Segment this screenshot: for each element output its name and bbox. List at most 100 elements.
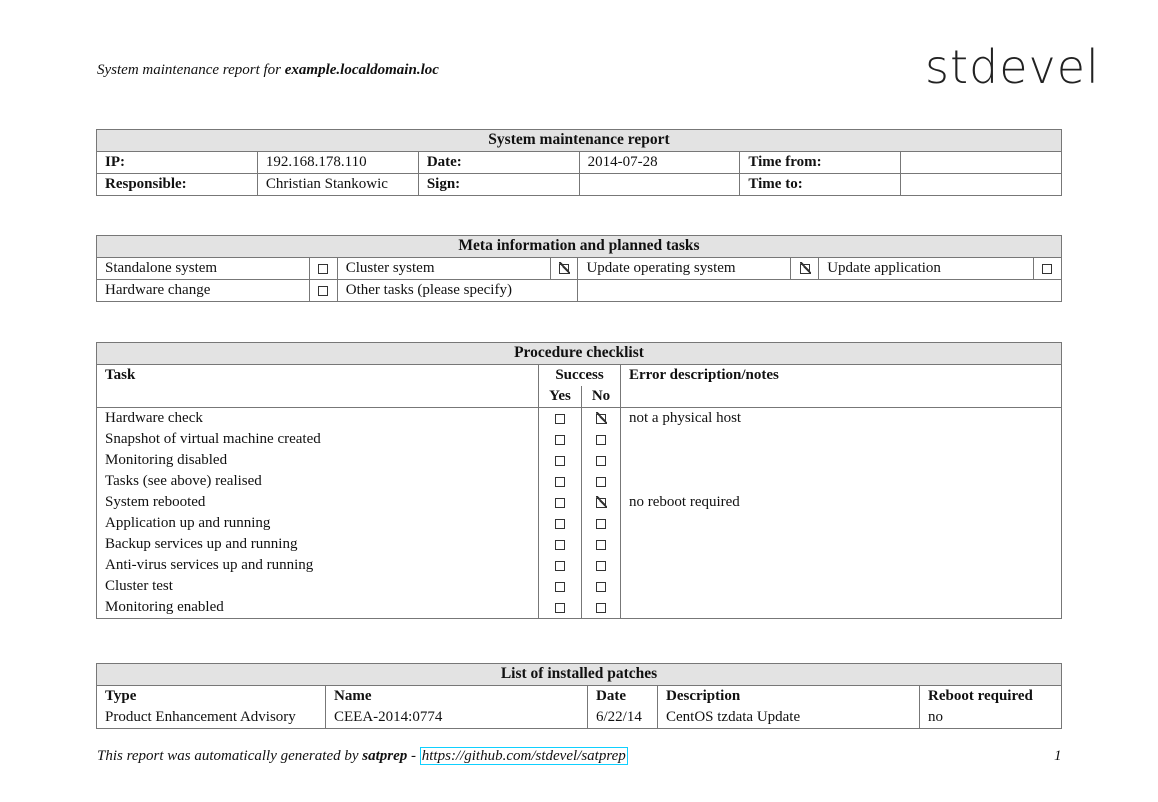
checklist-yes-checkbox[interactable]: [538, 407, 582, 429]
checkbox-icon: [1042, 263, 1053, 274]
other-tasks-field[interactable]: [577, 279, 1062, 302]
col-description: Description: [657, 685, 920, 707]
other-tasks-label: Other tasks (please specify): [336, 279, 579, 302]
checklist-yes-checkbox[interactable]: [538, 597, 582, 619]
checklist-no-checkbox[interactable]: [581, 555, 621, 576]
checkbox-checked-icon: [596, 495, 607, 508]
checklist-yes-checkbox[interactable]: [538, 513, 582, 534]
footer-tool: satprep: [362, 748, 408, 764]
checkbox-icon: [318, 263, 329, 274]
update-app-label: Update application: [818, 257, 1034, 280]
checklist-row: Snapshot of virtual machine created: [96, 429, 1062, 450]
checklist-yes-checkbox[interactable]: [538, 534, 582, 555]
time-to-field[interactable]: [900, 173, 1062, 196]
checklist-task: Anti-virus services up and running: [96, 555, 539, 576]
checklist-note: [620, 555, 1062, 576]
cluster-label: Cluster system: [336, 257, 551, 280]
checklist-note: [620, 576, 1062, 597]
col-name: Name: [325, 685, 588, 707]
checklist-no-checkbox[interactable]: [581, 513, 621, 534]
header-host: example.localdomain.loc: [284, 62, 439, 78]
checkbox-icon: [555, 476, 565, 487]
col-task: Task: [96, 364, 539, 408]
checklist-task: Cluster test: [96, 576, 539, 597]
checkbox-icon: [555, 518, 565, 529]
update-os-label: Update operating system: [577, 257, 792, 280]
checklist-note: [620, 450, 1062, 471]
checkbox-checked-icon: [799, 261, 811, 274]
report-info-table: System maintenance report IP: 192.168.17…: [96, 129, 1062, 196]
checklist-yes-checkbox[interactable]: [538, 450, 582, 471]
checklist-note: no reboot required: [620, 492, 1062, 513]
checklist-row: Cluster test: [96, 576, 1062, 597]
checklist-yes-checkbox[interactable]: [538, 429, 582, 450]
checkbox-icon: [555, 602, 565, 613]
col-reboot: Reboot required: [919, 685, 1062, 707]
checklist-row: Monitoring enabled: [96, 597, 1062, 619]
checklist-no-checkbox[interactable]: [581, 597, 621, 619]
time-from-label: Time from:: [739, 151, 902, 174]
checklist-no-checkbox[interactable]: [581, 429, 621, 450]
checklist-row: Anti-virus services up and running: [96, 555, 1062, 576]
footer-text: This report was automatically generated …: [97, 748, 363, 764]
stdevel-logo: stdevel: [925, 40, 1100, 94]
meta-table: Meta information and planned tasks Stand…: [96, 235, 1063, 302]
col-no: No: [581, 386, 621, 408]
checklist-yes-checkbox[interactable]: [538, 492, 582, 513]
checkbox-icon: [555, 413, 565, 424]
col-success: Success: [538, 364, 621, 386]
checklist-note: [620, 471, 1062, 492]
hardware-checkbox[interactable]: [308, 279, 338, 302]
checkbox-icon: [596, 476, 606, 487]
checklist-note: not a physical host: [620, 407, 1062, 429]
checklist-task: Snapshot of virtual machine created: [96, 429, 539, 450]
standalone-checkbox[interactable]: [308, 257, 338, 280]
checkbox-icon: [555, 539, 565, 550]
checkbox-icon: [596, 602, 606, 613]
checklist-yes-checkbox[interactable]: [538, 576, 582, 597]
checklist-note: [620, 513, 1062, 534]
satprep-link[interactable]: https://github.com/stdevel/satprep: [419, 747, 628, 765]
time-from-field[interactable]: [900, 151, 1062, 174]
ip-label: IP:: [96, 151, 258, 174]
col-type: Type: [96, 685, 326, 707]
patch-reboot: no: [919, 707, 1062, 729]
meta-title: Meta information and planned tasks: [96, 235, 1062, 258]
checklist-row: Monitoring disabled: [96, 450, 1062, 471]
checklist-no-checkbox[interactable]: [581, 534, 621, 555]
checklist-row: Application up and running: [96, 513, 1062, 534]
checklist-row: System rebooted no reboot required: [96, 492, 1062, 513]
checkbox-icon: [596, 539, 606, 550]
footer-separator: -: [407, 748, 420, 764]
hardware-label: Hardware change: [96, 279, 310, 302]
page-number: 1: [1054, 748, 1062, 764]
checkbox-icon: [596, 455, 606, 466]
sign-label: Sign:: [417, 173, 580, 196]
checklist-no-checkbox[interactable]: [581, 492, 621, 513]
checklist-table: Procedure checklist Task Success Error d…: [96, 342, 1062, 619]
checklist-yes-checkbox[interactable]: [538, 471, 582, 492]
col-date: Date: [587, 685, 658, 707]
cluster-checkbox[interactable]: [549, 257, 579, 280]
checklist-yes-checkbox[interactable]: [538, 555, 582, 576]
update-app-checkbox[interactable]: [1032, 257, 1063, 280]
checklist-title: Procedure checklist: [96, 342, 1062, 365]
checkbox-icon: [555, 497, 565, 508]
checkbox-icon: [596, 518, 606, 529]
checklist-task: System rebooted: [96, 492, 539, 513]
date-label: Date:: [417, 151, 580, 174]
checklist-row: Tasks (see above) realised: [96, 471, 1062, 492]
update-os-checkbox[interactable]: [790, 257, 820, 280]
checkbox-icon: [555, 455, 565, 466]
checkbox-icon: [318, 285, 329, 296]
standalone-label: Standalone system: [96, 257, 310, 280]
report-title: System maintenance report: [96, 129, 1062, 152]
checklist-no-checkbox[interactable]: [581, 576, 621, 597]
checklist-no-checkbox[interactable]: [581, 471, 621, 492]
checklist-no-checkbox[interactable]: [581, 450, 621, 471]
checklist-no-checkbox[interactable]: [581, 407, 621, 429]
sign-field[interactable]: [578, 173, 741, 196]
patches-title: List of installed patches: [96, 663, 1062, 686]
patch-name: CEEA-2014:0774: [325, 707, 588, 729]
col-yes: Yes: [538, 386, 582, 408]
